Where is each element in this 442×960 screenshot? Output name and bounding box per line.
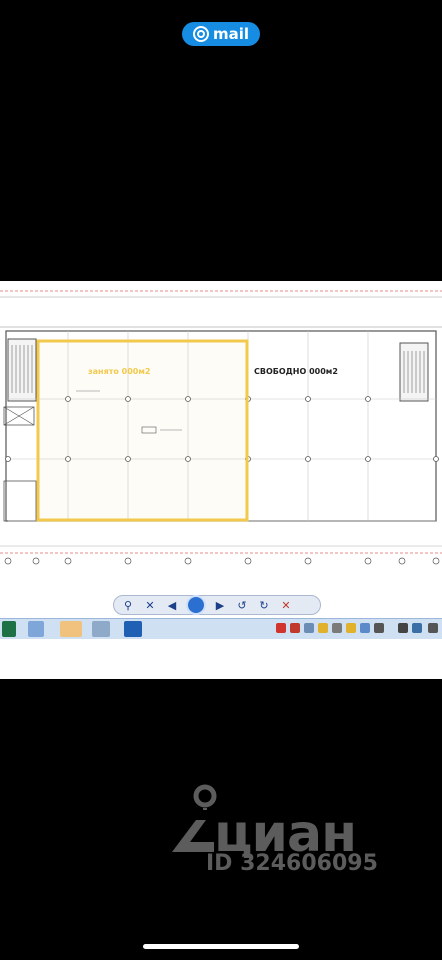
next-icon[interactable]: ▶ — [212, 598, 228, 612]
excel-icon[interactable] — [2, 621, 16, 637]
previous-icon[interactable]: ◀ — [164, 598, 180, 612]
explorer-icon[interactable] — [60, 621, 82, 637]
acrobat-icon[interactable] — [276, 623, 286, 633]
taskbar — [0, 618, 442, 639]
floor-plan-screenshot: занято 000м2 СВОБОДНО 000м2 ⚲ ✕ ◀ ▶ ↺ ↻ … — [0, 281, 442, 679]
occupied-label: занято — [88, 367, 119, 376]
occupied-area: 000м2 — [121, 367, 151, 376]
viewer-toolbar: ⚲ ✕ ◀ ▶ ↺ ↻ ✕ — [113, 595, 321, 615]
rotate-right-icon[interactable]: ↻ — [256, 598, 272, 612]
close-icon[interactable]: ✕ — [142, 598, 158, 612]
tray-icon-6[interactable] — [346, 623, 356, 633]
tray-icon-7[interactable] — [360, 623, 370, 633]
tray-icon-9[interactable] — [398, 623, 408, 633]
tray-icon-10[interactable] — [412, 623, 422, 633]
printer-icon[interactable] — [92, 621, 110, 637]
free-label: СВОБОДНО — [254, 367, 307, 376]
mail-badge[interactable]: mail — [182, 22, 260, 46]
tray-icon-5[interactable] — [332, 623, 342, 633]
rotate-left-icon[interactable]: ↺ — [234, 598, 250, 612]
zoom-icon[interactable]: ⚲ — [120, 598, 136, 612]
fit-to-window-button[interactable] — [186, 595, 206, 615]
listing-id: ID 324606095 — [206, 851, 378, 876]
outlook-icon[interactable] — [124, 621, 142, 637]
tray-icon-2[interactable] — [290, 623, 300, 633]
floor-plan-drawing — [0, 290, 442, 565]
at-icon — [192, 26, 209, 42]
delete-icon[interactable]: ✕ — [278, 598, 294, 612]
tray-icon-8[interactable] — [374, 623, 384, 633]
free-area: 000м2 — [309, 367, 338, 376]
tray-icon-3[interactable] — [304, 623, 314, 633]
tray-icon-11[interactable] — [428, 623, 438, 633]
clip-icon[interactable] — [28, 621, 44, 637]
home-indicator[interactable] — [143, 944, 299, 949]
mail-label: mail — [212, 25, 250, 43]
tray-icon-4[interactable] — [318, 623, 328, 633]
